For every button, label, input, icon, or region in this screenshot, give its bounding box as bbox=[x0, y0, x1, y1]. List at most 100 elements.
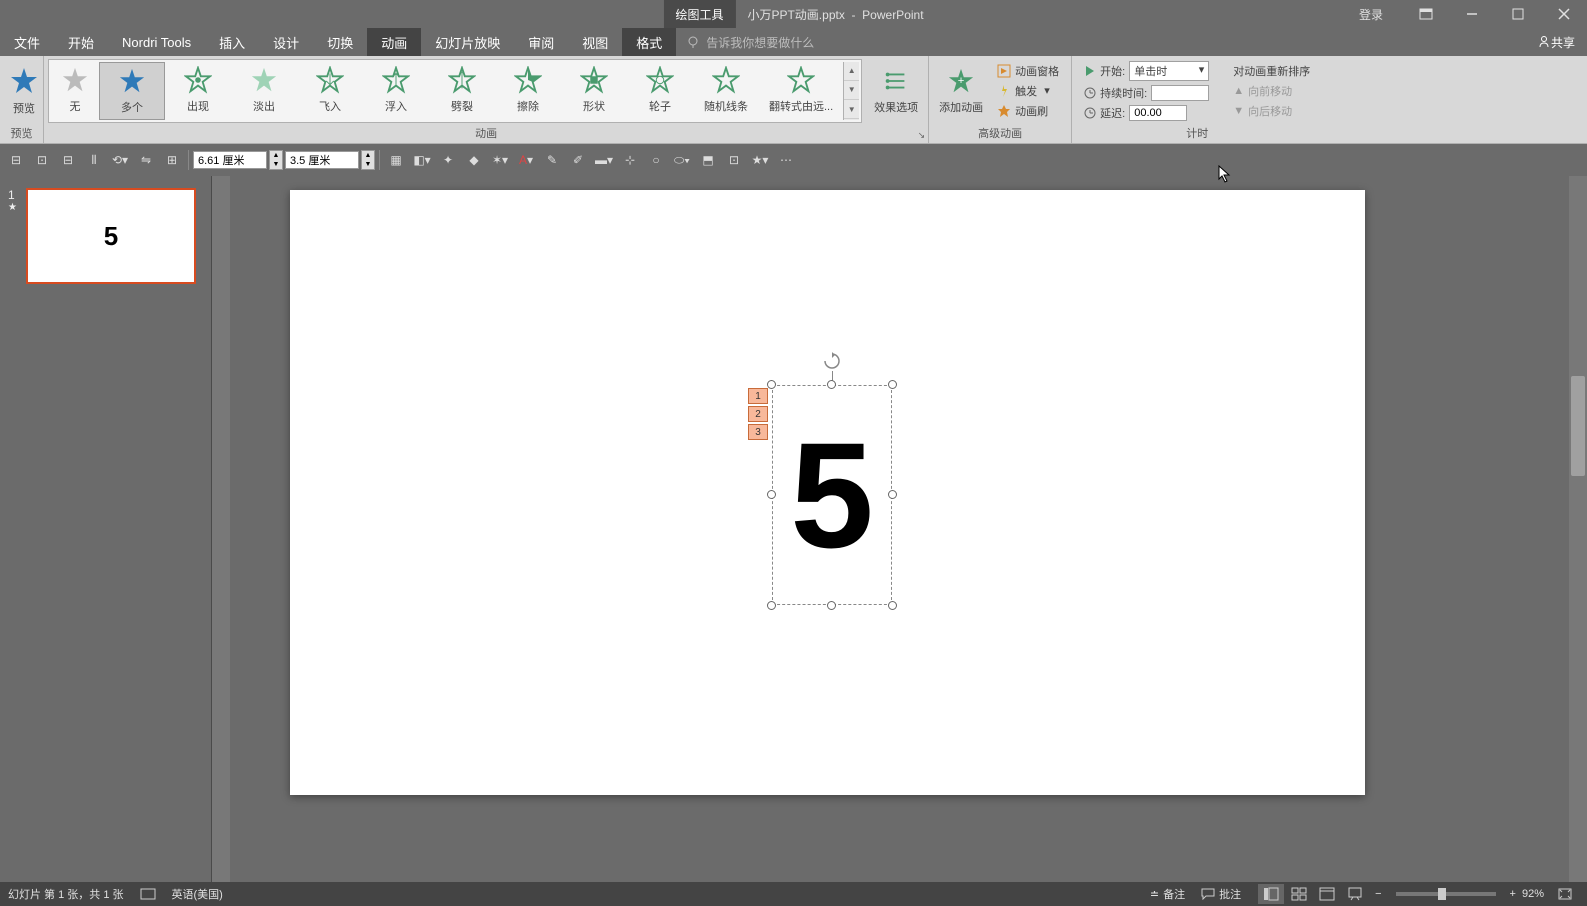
close-button[interactable] bbox=[1541, 0, 1587, 28]
tab-design[interactable]: 设计 bbox=[259, 28, 313, 56]
comments-button[interactable]: 批注 bbox=[1201, 886, 1241, 902]
login-link[interactable]: 登录 bbox=[1359, 6, 1383, 23]
anim-floatin[interactable]: 浮入 bbox=[363, 62, 429, 120]
normal-view-button[interactable] bbox=[1258, 884, 1284, 904]
gallery-more-icon[interactable]: ▼ bbox=[844, 100, 859, 119]
move-later-button[interactable]: ▼ 向后移动 bbox=[1233, 103, 1310, 119]
align-right-icon[interactable]: ⊟ bbox=[56, 148, 80, 172]
anim-fade[interactable]: 淡出 bbox=[231, 62, 297, 120]
tab-format[interactable]: 格式 bbox=[622, 28, 676, 56]
height-spinner[interactable]: ▲▼ bbox=[361, 150, 375, 170]
effects-icon[interactable]: ★▾ bbox=[748, 148, 772, 172]
resize-handle-tl[interactable] bbox=[767, 380, 776, 389]
animation-order-tag[interactable]: 1 bbox=[748, 388, 768, 404]
slideshow-view-button[interactable] bbox=[1342, 884, 1368, 904]
anim-shape[interactable]: 形状 bbox=[561, 62, 627, 120]
effect-options-button[interactable]: 效果选项 bbox=[868, 63, 924, 119]
zoom-out-button[interactable]: − bbox=[1375, 888, 1381, 900]
resize-handle-l[interactable] bbox=[767, 490, 776, 499]
glow-icon[interactable]: ✶▾ bbox=[488, 148, 512, 172]
anim-appear[interactable]: 出现 bbox=[165, 62, 231, 120]
tab-nordri-tools[interactable]: Nordri Tools bbox=[108, 28, 205, 56]
resize-handle-b[interactable] bbox=[827, 601, 836, 610]
fill-icon[interactable]: ▦ bbox=[384, 148, 408, 172]
spell-check-icon[interactable] bbox=[140, 887, 156, 901]
tab-slideshow[interactable]: 幻灯片放映 bbox=[421, 28, 514, 56]
fit-window-button[interactable] bbox=[1552, 884, 1578, 904]
animation-painter-button[interactable]: 动画刷 bbox=[997, 103, 1059, 119]
eyedropper-icon[interactable]: ✎ bbox=[540, 148, 564, 172]
slide-thumbnail-panel[interactable]: 1 ★ 5 bbox=[0, 176, 212, 906]
tab-animation[interactable]: 动画 bbox=[367, 28, 421, 56]
resize-handle-bl[interactable] bbox=[767, 601, 776, 610]
fill-color-icon[interactable]: ◧▾ bbox=[410, 148, 434, 172]
animation-dialog-launcher[interactable]: ↘ bbox=[918, 130, 926, 141]
gallery-up-icon[interactable]: ▲ bbox=[844, 62, 859, 81]
zoom-slider-thumb[interactable] bbox=[1438, 888, 1446, 900]
rotate-icon[interactable]: ⟲▾ bbox=[108, 148, 132, 172]
anim-wheel[interactable]: 轮子 bbox=[627, 62, 693, 120]
anim-split[interactable]: 劈裂 bbox=[429, 62, 495, 120]
anim-wipe[interactable]: 擦除 bbox=[495, 62, 561, 120]
tab-home[interactable]: 开始 bbox=[54, 28, 108, 56]
animation-gallery[interactable]: 无 多个 出现 淡出 飞入 bbox=[48, 59, 862, 123]
distribute-icon[interactable]: ⫴ bbox=[82, 148, 106, 172]
delay-input[interactable] bbox=[1129, 105, 1187, 121]
scrollbar-thumb[interactable] bbox=[1571, 376, 1585, 476]
arrange-icon[interactable]: ⬒ bbox=[696, 148, 720, 172]
flip-icon[interactable]: ⇋ bbox=[134, 148, 158, 172]
trigger-button[interactable]: 触发 ▾ bbox=[997, 83, 1059, 99]
minimize-button[interactable] bbox=[1449, 0, 1495, 28]
align-center-icon[interactable]: ⊡ bbox=[30, 148, 54, 172]
tab-insert[interactable]: 插入 bbox=[205, 28, 259, 56]
slide[interactable]: 1 2 3 5 bbox=[290, 190, 1365, 795]
tell-me-input[interactable]: 告诉我你想要做什么 bbox=[686, 28, 814, 56]
notes-button[interactable]: ≐ 备注 bbox=[1150, 886, 1185, 902]
align-left-icon[interactable]: ⊟ bbox=[4, 148, 28, 172]
duration-input[interactable] bbox=[1151, 85, 1209, 101]
slide-thumbnail[interactable]: 5 bbox=[26, 188, 196, 284]
anim-grow-turn[interactable]: 翻转式由远... bbox=[759, 62, 843, 120]
reading-view-button[interactable] bbox=[1314, 884, 1340, 904]
tab-view[interactable]: 视图 bbox=[568, 28, 622, 56]
snap-icon[interactable]: ⊞ bbox=[160, 148, 184, 172]
line-style-icon[interactable]: ▬▾ bbox=[592, 148, 616, 172]
preview-button[interactable]: 预览 bbox=[4, 62, 44, 120]
language-indicator[interactable]: 英语(美国) bbox=[172, 886, 223, 902]
maximize-button[interactable] bbox=[1495, 0, 1541, 28]
resize-handle-r[interactable] bbox=[888, 490, 897, 499]
shadow-icon[interactable]: ◆ bbox=[462, 148, 486, 172]
anim-none[interactable]: 无 bbox=[51, 62, 99, 120]
gallery-scroll[interactable]: ▲ ▼ ▼ bbox=[843, 62, 859, 120]
more-icon[interactable]: ⋯ bbox=[774, 148, 798, 172]
width-spinner[interactable]: ▲▼ bbox=[269, 150, 283, 170]
circle-icon[interactable]: ○ bbox=[644, 148, 668, 172]
slide-canvas[interactable]: 1 2 3 5 bbox=[212, 176, 1587, 906]
shapes-icon[interactable]: ⬭▾ bbox=[670, 148, 694, 172]
resize-handle-tr[interactable] bbox=[888, 380, 897, 389]
animation-order-tag[interactable]: 3 bbox=[748, 424, 768, 440]
tab-transition[interactable]: 切换 bbox=[313, 28, 367, 56]
anim-random-bars[interactable]: 随机线条 bbox=[693, 62, 759, 120]
selected-textbox[interactable]: 5 bbox=[772, 385, 892, 605]
anim-multiple[interactable]: 多个 bbox=[99, 62, 165, 120]
tab-review[interactable]: 审阅 bbox=[514, 28, 568, 56]
gallery-down-icon[interactable]: ▼ bbox=[844, 81, 859, 100]
vertical-scrollbar[interactable] bbox=[1569, 176, 1587, 906]
ribbon-display-options-button[interactable] bbox=[1403, 0, 1449, 28]
sorter-view-button[interactable] bbox=[1286, 884, 1312, 904]
height-input[interactable] bbox=[285, 151, 359, 169]
resize-handle-br[interactable] bbox=[888, 601, 897, 610]
brush-icon[interactable]: ✐ bbox=[566, 148, 590, 172]
animation-order-tag[interactable]: 2 bbox=[748, 406, 768, 422]
zoom-slider[interactable] bbox=[1396, 892, 1496, 896]
font-color-icon[interactable]: A▾ bbox=[514, 148, 538, 172]
width-input[interactable] bbox=[193, 151, 267, 169]
anim-flyin[interactable]: 飞入 bbox=[297, 62, 363, 120]
rotate-handle[interactable] bbox=[822, 351, 842, 371]
zoom-in-button[interactable]: + bbox=[1510, 888, 1516, 900]
start-dropdown[interactable]: 单击时▾ bbox=[1129, 61, 1209, 81]
resize-handle-t[interactable] bbox=[827, 380, 836, 389]
animation-pane-button[interactable]: 动画窗格 bbox=[997, 63, 1059, 79]
move-earlier-button[interactable]: ▲ 向前移动 bbox=[1233, 83, 1310, 99]
